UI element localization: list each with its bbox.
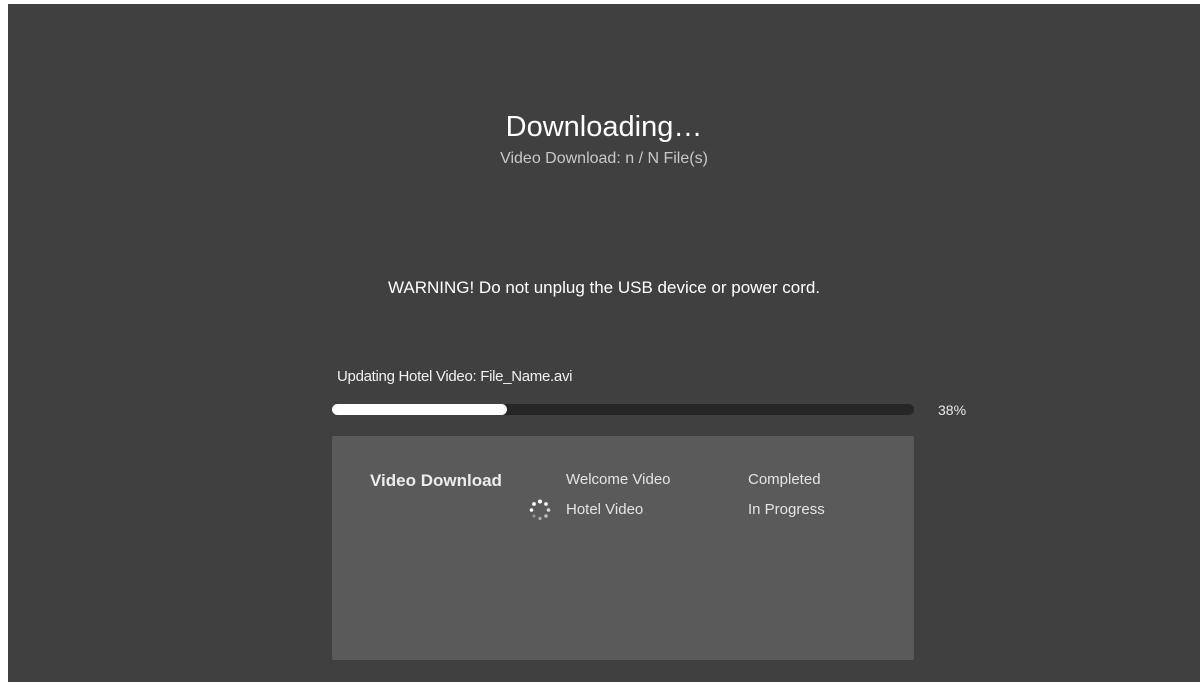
- spinner-dot: [532, 502, 536, 506]
- spinner-dot: [546, 508, 551, 512]
- spinner-dot: [532, 514, 536, 518]
- spinner-dot: [538, 499, 542, 504]
- spinner-dot: [544, 514, 548, 518]
- page-title: Downloading…: [505, 111, 703, 143]
- video-download-panel: Video Download Welcome Video Completed H…: [332, 436, 914, 660]
- page-subtitle: Video Download: n / N File(s): [500, 150, 708, 167]
- spinner-dot: [529, 508, 534, 512]
- current-file-label: Updating Hotel Video: File_Name.avi: [337, 368, 573, 385]
- list-item-status: In Progress: [748, 501, 825, 518]
- spinner-dot: [538, 516, 542, 521]
- progress-percent: 38%: [938, 402, 967, 418]
- progress-bar: [332, 404, 914, 415]
- loading-spinner-icon: [529, 499, 551, 521]
- warning-message: WARNING! Do not unplug the USB device or…: [387, 278, 821, 297]
- list-item-name: Hotel Video: [566, 501, 644, 518]
- list-item-name: Welcome Video: [566, 471, 671, 488]
- progress-bar-fill: [332, 404, 507, 415]
- download-screen: Downloading… Video Download: n / N File(…: [8, 4, 1200, 682]
- spinner-dot: [544, 502, 548, 506]
- panel-heading: Video Download: [370, 471, 502, 490]
- list-item-status: Completed: [748, 471, 821, 488]
